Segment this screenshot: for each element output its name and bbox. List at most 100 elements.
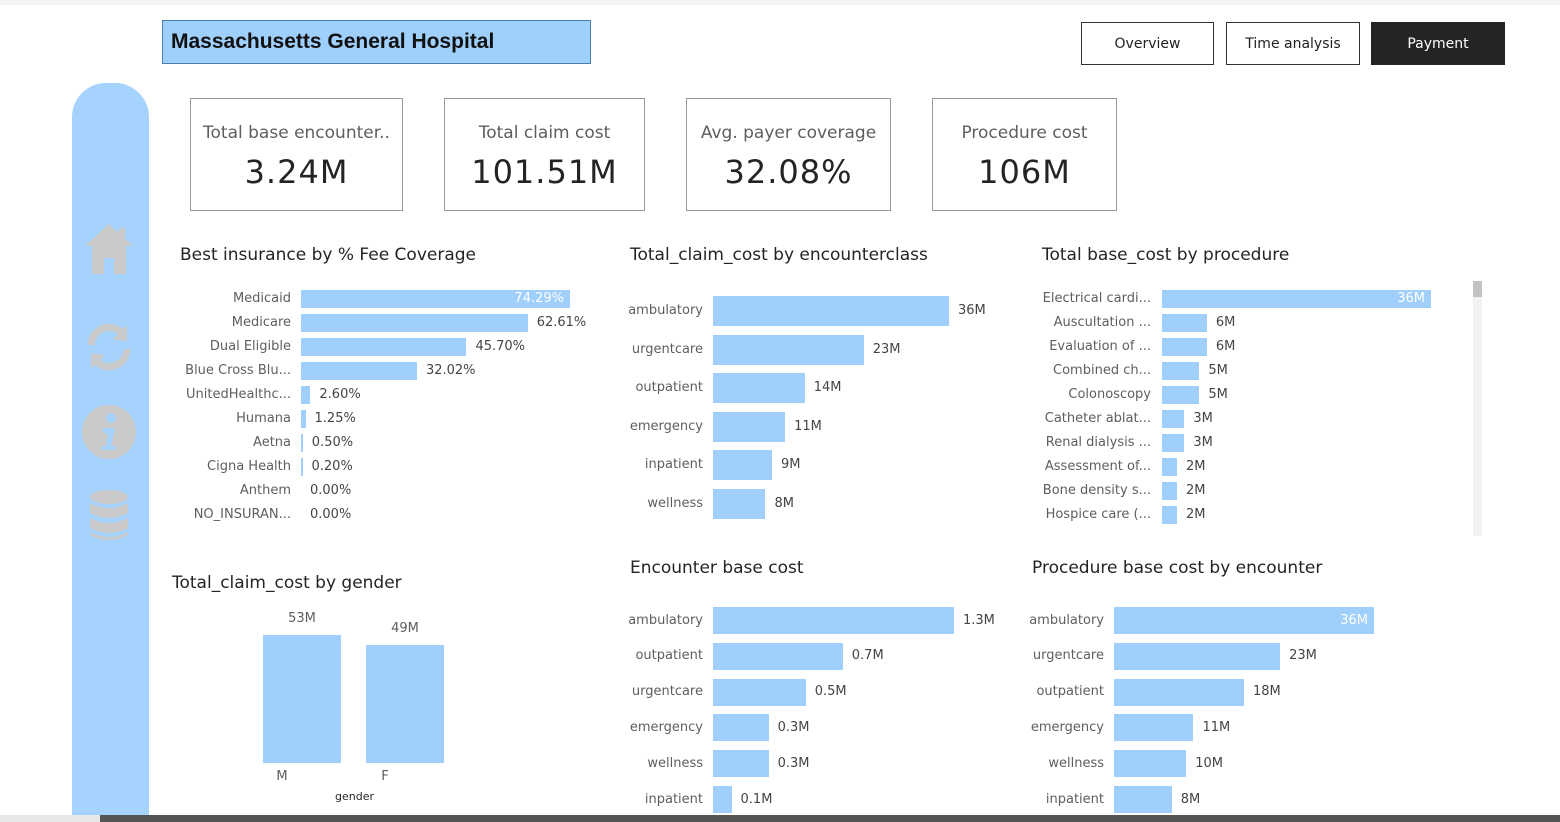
bar[interactable] (713, 750, 769, 778)
bar[interactable] (713, 373, 805, 404)
category-label: NO_INSURAN... (193, 507, 291, 522)
category-label: Humana (236, 411, 291, 426)
bar[interactable] (301, 362, 417, 380)
data-label: 9M (781, 457, 801, 473)
data-label: 2.60% (319, 387, 361, 402)
kpi-value: 106M (978, 153, 1071, 191)
bar[interactable] (1162, 506, 1177, 524)
bar[interactable] (713, 450, 772, 481)
bar[interactable] (1162, 338, 1207, 356)
category-label: emergency (629, 418, 703, 434)
bottom-strip (0, 815, 1560, 822)
chart-title-insurance: Best insurance by % Fee Coverage (180, 245, 476, 265)
kpi-card-procedure-cost: Procedure cost 106M (932, 98, 1117, 211)
bar[interactable] (713, 296, 949, 326)
procedure-scrollbar-thumb[interactable] (1473, 281, 1482, 297)
bar[interactable] (1114, 786, 1172, 813)
nav-time-analysis-button[interactable]: Time analysis (1226, 22, 1360, 65)
bar[interactable] (301, 434, 303, 452)
data-label: 5M (1208, 387, 1228, 402)
kpi-card-claim-cost: Total claim cost 101.51M (444, 98, 645, 211)
bar[interactable] (1162, 482, 1177, 500)
bar[interactable] (1114, 750, 1187, 778)
data-label: 36M (1340, 612, 1368, 628)
column[interactable] (263, 635, 341, 763)
bar[interactable] (1162, 410, 1185, 428)
data-label: 62.61% (536, 315, 587, 330)
bar[interactable] (713, 714, 769, 742)
nav-payment-button[interactable]: Payment (1371, 22, 1505, 65)
bar[interactable] (1114, 678, 1244, 706)
data-label: 11M (1202, 719, 1231, 735)
data-label: 0.5M (814, 684, 847, 700)
data-label: 2M (1185, 507, 1206, 522)
database-icon[interactable] (81, 488, 137, 544)
category-label: M (276, 769, 288, 784)
column[interactable] (366, 644, 444, 763)
top-strip (0, 0, 1560, 5)
bar[interactable] (713, 786, 732, 813)
kpi-label: Procedure cost (961, 123, 1088, 143)
category-label: urgentcare (1032, 648, 1104, 664)
data-label: 49M (391, 620, 419, 636)
category-label: Electrical cardi... (1042, 291, 1151, 306)
bar[interactable] (713, 411, 786, 442)
procedure-scrollbar[interactable] (1473, 281, 1482, 536)
data-label: 32.02% (425, 363, 476, 378)
data-label: 23M (1289, 648, 1317, 664)
category-label: F (381, 769, 389, 784)
data-label: 0.1M (740, 791, 773, 807)
bar[interactable] (1114, 642, 1281, 670)
category-label: outpatient (635, 648, 703, 664)
category-label: Blue Cross Blu... (185, 363, 291, 378)
bar[interactable] (713, 334, 864, 365)
data-label: 10M (1195, 755, 1223, 771)
data-label: 74.29% (514, 291, 564, 306)
bar[interactable] (713, 678, 806, 706)
bar[interactable] (713, 642, 843, 670)
bar[interactable] (1162, 458, 1177, 476)
bar[interactable] (301, 410, 306, 428)
data-label: 0.7M (851, 648, 884, 664)
bar[interactable] (1162, 386, 1200, 404)
category-label: Medicaid (232, 291, 291, 306)
bar[interactable] (1162, 434, 1185, 452)
category-label: ambulatory (628, 612, 703, 628)
bar[interactable] (713, 607, 954, 634)
data-label: 6M (1215, 315, 1236, 330)
data-label: 0.20% (311, 459, 353, 474)
bar[interactable] (301, 338, 467, 356)
category-label: wellness (647, 755, 703, 771)
data-label: 14M (813, 380, 842, 396)
chart-title-gender: Total_claim_cost by gender (172, 573, 402, 593)
category-label: ambulatory (628, 303, 703, 318)
refresh-icon[interactable] (81, 319, 137, 375)
category-label: Anthem (239, 483, 291, 498)
category-label: inpatient (644, 457, 703, 473)
home-icon[interactable] (81, 221, 137, 277)
bar[interactable] (713, 489, 766, 519)
category-label: Assessment of... (1044, 459, 1151, 474)
chart-title-encounterclass: Total_claim_cost by encounterclass (630, 245, 928, 265)
data-label: 6M (1215, 339, 1236, 354)
bar[interactable] (301, 458, 303, 476)
category-label: Catheter ablat... (1044, 411, 1151, 426)
bar[interactable] (301, 386, 311, 404)
nav-overview-button[interactable]: Overview (1081, 22, 1214, 65)
bar[interactable] (1114, 714, 1194, 742)
kpi-value: 3.24M (244, 153, 349, 191)
bar[interactable] (1162, 362, 1200, 380)
category-label: emergency (1030, 719, 1104, 735)
data-label: 8M (1180, 791, 1201, 807)
chart-title-procedure: Total base_cost by procedure (1042, 245, 1290, 265)
bar[interactable] (301, 314, 528, 332)
bar[interactable] (1162, 314, 1207, 332)
kpi-label: Total claim cost (478, 123, 611, 143)
category-label: UnitedHealthc... (186, 387, 291, 402)
kpi-value: 32.08% (724, 153, 853, 191)
chart-title-procbyenc: Procedure base cost by encounter (1032, 558, 1323, 578)
data-label: 23M (872, 341, 901, 357)
kpi-card-payer-coverage: Avg. payer coverage 32.08% (686, 98, 891, 211)
info-icon[interactable] (81, 404, 137, 460)
category-label: Bone density s... (1042, 483, 1151, 498)
